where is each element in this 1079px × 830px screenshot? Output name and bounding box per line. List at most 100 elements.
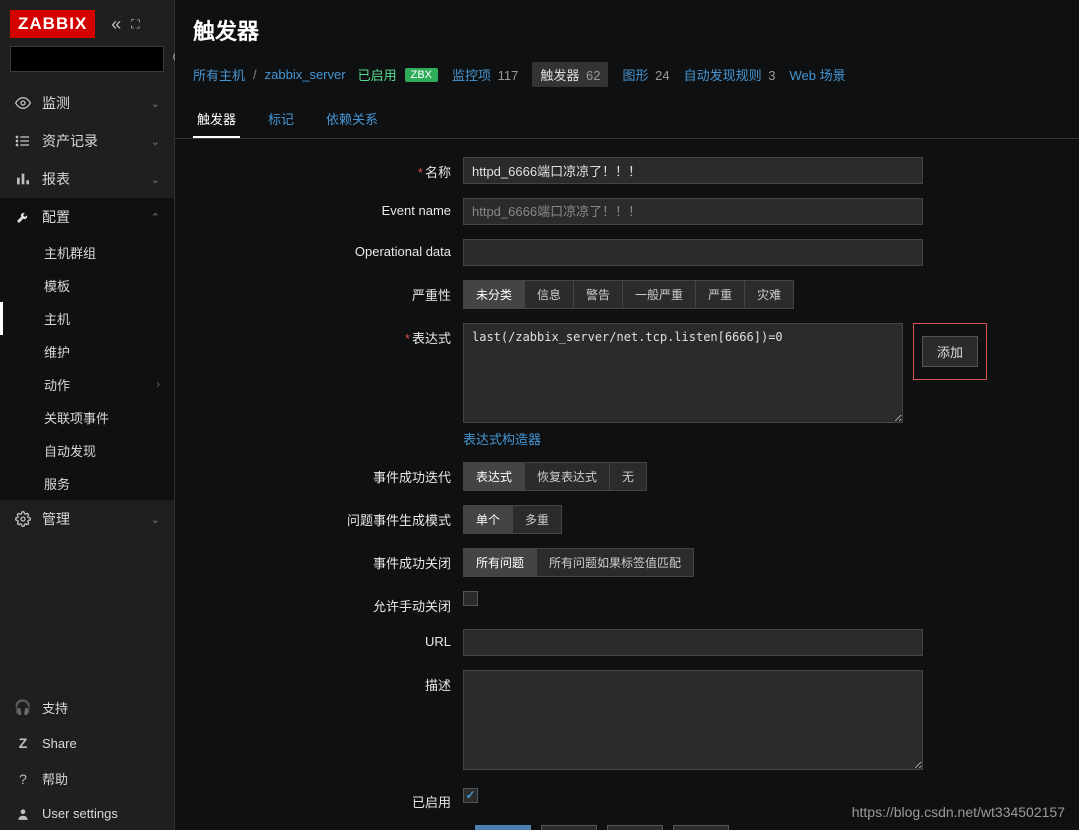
nav-configuration[interactable]: 配置 ⌃ [0, 198, 174, 236]
okgen-none[interactable]: 无 [610, 463, 646, 490]
sev-disaster[interactable]: 灾难 [745, 281, 793, 308]
input-url[interactable] [463, 629, 923, 656]
collapse-icon[interactable]: « [111, 14, 117, 35]
sub-templates[interactable]: 模板 [0, 269, 174, 302]
input-opdata[interactable] [463, 239, 923, 266]
expr-add-highlight: 添加 [913, 323, 987, 380]
search-input[interactable] [17, 52, 172, 66]
sub-label: 动作 [44, 375, 70, 394]
sub-label: 服务 [44, 474, 70, 493]
stat-web[interactable]: Web 场景 [789, 65, 845, 84]
sidebar-search[interactable] [10, 46, 164, 72]
probmode-single[interactable]: 单个 [464, 506, 513, 533]
nav-label: 管理 [42, 509, 141, 529]
input-eventname[interactable] [463, 198, 923, 225]
main-content: 触发器 所有主机 / zabbix_server 已启用 ZBX 监控项 117… [175, 0, 1079, 830]
cancel-button[interactable]: 取消 [673, 825, 729, 830]
sub-correlation[interactable]: 关联项事件 [0, 401, 174, 434]
update-button[interactable]: 更新 [475, 825, 531, 830]
sev-warning[interactable]: 警告 [574, 281, 623, 308]
sev-high[interactable]: 严重 [696, 281, 745, 308]
help-icon: ? [14, 771, 32, 787]
nav-label: 资产记录 [42, 131, 141, 151]
okgen-expr[interactable]: 表达式 [464, 463, 525, 490]
expr-builder-link[interactable]: 表达式构造器 [463, 429, 541, 448]
okgen-recovery[interactable]: 恢复表达式 [525, 463, 610, 490]
label-okclose: 事件成功关闭 [193, 548, 463, 572]
chk-manualclose[interactable] [463, 591, 478, 606]
nav-admin[interactable]: 管理 ⌄ [0, 500, 174, 538]
page-title: 触发器 [175, 0, 1079, 56]
footer-share[interactable]: Z Share [0, 726, 174, 760]
sev-average[interactable]: 一般严重 [623, 281, 696, 308]
label-severity: 严重性 [193, 280, 463, 304]
chevron-right-icon: › [157, 379, 160, 390]
tab-dependencies[interactable]: 依赖关系 [322, 101, 382, 138]
chevron-up-icon: ⌃ [151, 211, 160, 224]
fullscreen-icon[interactable]: ⛶ [131, 17, 139, 32]
crumb-host[interactable]: zabbix_server [265, 67, 346, 82]
tab-trigger[interactable]: 触发器 [193, 101, 240, 138]
sub-maintenance[interactable]: 维护 [0, 335, 174, 368]
chevron-down-icon: ⌄ [151, 173, 160, 186]
wrench-icon [14, 209, 32, 225]
nav-label: 报表 [42, 169, 141, 189]
crumb-sep: / [253, 67, 257, 82]
delete-button[interactable]: 删除 [607, 825, 663, 830]
sub-discovery[interactable]: 自动发现 [0, 434, 174, 467]
stat-discovery[interactable]: 自动发现规则 3 [684, 65, 776, 84]
sub-hosts[interactable]: 主机 [0, 302, 174, 335]
sidebar-header: ZABBIX « ⛶ [0, 0, 174, 46]
label-desc: 描述 [193, 670, 463, 694]
stat-items[interactable]: 监控项 117 [452, 65, 518, 84]
sev-info[interactable]: 信息 [525, 281, 574, 308]
expr-add-button[interactable]: 添加 [922, 336, 978, 367]
footer-support[interactable]: 🎧 支持 [0, 689, 174, 726]
tab-tags[interactable]: 标记 [264, 101, 298, 138]
stat-triggers[interactable]: 触发器 62 [532, 62, 608, 87]
footer-label: Share [42, 736, 77, 751]
sub-hostgroups[interactable]: 主机群组 [0, 236, 174, 269]
headset-icon: 🎧 [14, 699, 32, 716]
label-name: *名称 [193, 157, 463, 181]
trigger-form: *名称 Event name Operational data 严重性 未分类 … [175, 139, 1079, 830]
okclose-tagmatch[interactable]: 所有问题如果标签值匹配 [537, 549, 693, 576]
sub-label: 模板 [44, 276, 70, 295]
input-expression[interactable]: last(/zabbix_server/net.tcp.listen[6666]… [463, 323, 903, 423]
form-actions: 更新 克隆 删除 取消 [193, 825, 1061, 830]
label-okgen: 事件成功迭代 [193, 462, 463, 486]
form-tabs: 触发器 标记 依赖关系 [175, 101, 1079, 139]
breadcrumb: 所有主机 / zabbix_server 已启用 ZBX 监控项 117 触发器… [175, 56, 1079, 93]
sub-label: 维护 [44, 342, 70, 361]
sev-notclassified[interactable]: 未分类 [464, 281, 525, 308]
share-icon: Z [14, 735, 32, 751]
nav-label: 监测 [42, 93, 141, 113]
config-submenu: 主机群组 模板 主机 维护 动作 › 关联项事件 自动发现 服务 [0, 236, 174, 500]
probmode-multiple[interactable]: 多重 [513, 506, 561, 533]
nav-monitoring[interactable]: 监测 ⌄ [0, 84, 174, 122]
nav-reports[interactable]: 报表 ⌄ [0, 160, 174, 198]
chk-enabled[interactable] [463, 788, 478, 803]
footer-label: User settings [42, 806, 118, 821]
clone-button[interactable]: 克隆 [541, 825, 597, 830]
okclose-all[interactable]: 所有问题 [464, 549, 537, 576]
sub-actions[interactable]: 动作 › [0, 368, 174, 401]
input-name[interactable] [463, 157, 923, 184]
footer-usersettings[interactable]: User settings [0, 797, 174, 830]
label-eventname: Event name [193, 198, 463, 218]
footer-label: 支持 [42, 698, 68, 717]
chart-icon [14, 171, 32, 187]
probmode-group: 单个 多重 [463, 505, 562, 534]
crumb-allhosts[interactable]: 所有主机 [193, 65, 245, 84]
label-enabled: 已启用 [193, 787, 463, 811]
nav-inventory[interactable]: 资产记录 ⌄ [0, 122, 174, 160]
okclose-group: 所有问题 所有问题如果标签值匹配 [463, 548, 694, 577]
status-enabled: 已启用 [358, 65, 397, 84]
nav-label: 配置 [42, 207, 141, 227]
sub-label: 主机群组 [44, 243, 96, 262]
sub-services[interactable]: 服务 [0, 467, 174, 500]
stat-graphs[interactable]: 图形 24 [622, 65, 669, 84]
input-description[interactable] [463, 670, 923, 770]
label-expression: *表达式 [193, 323, 463, 347]
footer-help[interactable]: ? 帮助 [0, 760, 174, 797]
